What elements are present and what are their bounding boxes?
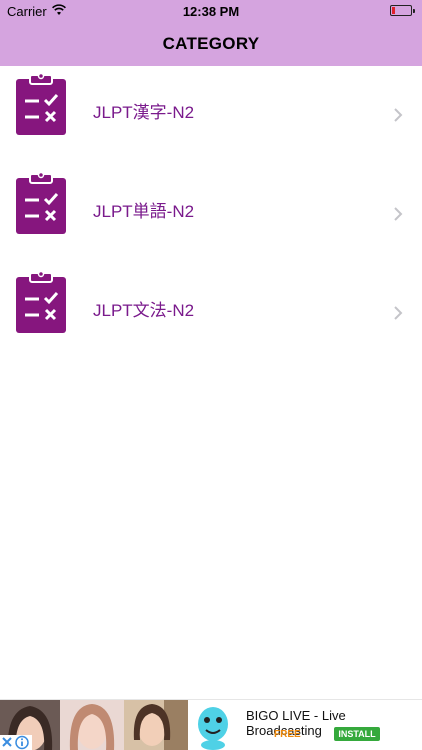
category-list: JLPT漢字-N2 JLPT単語-N2 JLPT文法-N2: [0, 66, 422, 363]
clock: 12:38 PM: [182, 4, 240, 19]
chevron-right-icon: [394, 306, 403, 320]
clipboard-checklist-icon: [16, 172, 66, 234]
ad-thumbnail: [60, 700, 124, 750]
ad-thumbnail: [124, 700, 188, 750]
bigo-live-mascot-icon: [188, 700, 238, 750]
ad-banner[interactable]: BIGO LIVE - Live Broadcasting FREE INSTA…: [0, 699, 422, 750]
page-title: CATEGORY: [162, 34, 260, 53]
chevron-right-icon: [394, 108, 403, 122]
category-row-grammar[interactable]: JLPT文法-N2: [0, 264, 422, 363]
category-label: JLPT文法-N2: [93, 301, 195, 320]
clipboard-checklist-icon: [16, 73, 66, 135]
category-row-kanji[interactable]: JLPT漢字-N2: [0, 66, 422, 165]
chevron-right-icon: [394, 207, 403, 221]
ad-price: FREE: [274, 729, 301, 740]
battery-icon: [390, 5, 415, 16]
category-row-vocabulary[interactable]: JLPT単語-N2: [0, 165, 422, 264]
navigation-bar: Carrier 12:38 PM CATEGORY: [0, 0, 422, 66]
category-label: JLPT単語-N2: [93, 202, 195, 221]
install-button[interactable]: INSTALL: [334, 727, 380, 741]
app-screen: Carrier 12:38 PM CATEGORY JLPT漢字-N2 JLPT…: [0, 0, 422, 750]
category-label: JLPT漢字-N2: [93, 103, 195, 122]
status-bar: Carrier 12:38 PM: [0, 0, 422, 22]
clipboard-checklist-icon: [16, 271, 66, 333]
ad-info-icon[interactable]: [0, 735, 32, 750]
